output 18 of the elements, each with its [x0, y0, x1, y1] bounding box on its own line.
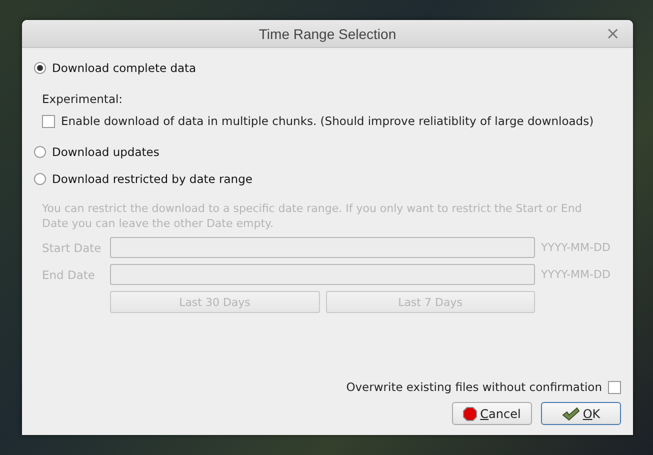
- format-hint: YYYY-MM-DD: [541, 268, 612, 281]
- checkbox[interactable]: [42, 114, 55, 128]
- checkbox-label: Enable download of data in multiple chunks. (Should improve reliatiblity of large downloads): [61, 114, 594, 128]
- checkbox-label: Overwrite existing files without confirmation: [346, 380, 602, 394]
- radio-option[interactable]: Download complete data: [34, 58, 621, 78]
- field-label: Start Date: [42, 240, 102, 254]
- checkbox[interactable]: [608, 380, 621, 394]
- ok-button[interactable]: OK: [541, 402, 621, 425]
- radio-option[interactable]: Download updates: [34, 142, 621, 162]
- field-label: End Date: [42, 268, 96, 282]
- section-heading: Experimental:: [42, 92, 123, 106]
- check-arrow-icon: [562, 406, 580, 420]
- stop-icon: [463, 406, 478, 420]
- format-hint: YYYY-MM-DD: [541, 241, 612, 254]
- cancel-button[interactable]: Cancel: [452, 402, 532, 425]
- description-text: You can restrict the download to a specific date range. If you only want to restrict the Start or End Date you can leave the other Date empty.: [42, 201, 583, 231]
- window-title: Time Range Selection: [258, 26, 396, 42]
- radio-option[interactable]: Download restricted by date range: [34, 169, 621, 189]
